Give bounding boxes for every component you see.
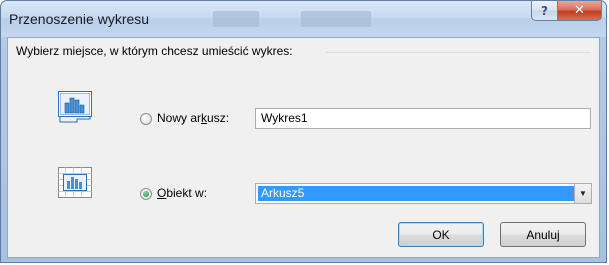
object-in-label[interactable]: Obiekt w: [157, 186, 207, 200]
object-in-radio[interactable] [140, 188, 152, 200]
dialog-title: Przenoszenie wykresu [9, 11, 150, 27]
help-button[interactable]: ? [531, 1, 558, 21]
location-prompt: Wybierz miejsce, w którym chcesz umieści… [16, 44, 293, 58]
cancel-button[interactable]: Anuluj [500, 222, 586, 247]
dropdown-arrow-icon[interactable]: ▼ [574, 184, 591, 203]
new-sheet-radio[interactable] [140, 113, 152, 125]
background-ghost [301, 11, 371, 27]
close-icon: ✕ [574, 3, 585, 18]
cancel-button-label: Anuluj [526, 227, 560, 242]
ok-button-label: OK [432, 227, 450, 242]
embedded-chart-icon [58, 167, 92, 198]
group-separator [326, 52, 591, 53]
title-bar[interactable]: Przenoszenie wykresu ? ✕ [1, 1, 606, 37]
new-sheet-name-input[interactable]: Wykres1 [255, 108, 591, 129]
ok-button[interactable]: OK [398, 222, 484, 247]
new-sheet-chart-icon [58, 91, 92, 123]
dialog-body: Wybierz miejsce, w którym chcesz umieści… [7, 37, 600, 258]
window-controls: ? ✕ [531, 1, 602, 23]
target-sheet-selected-value: Arkusz5 [258, 186, 574, 201]
new-sheet-label[interactable]: Nowy arkusz: [157, 111, 229, 125]
target-sheet-select[interactable]: Arkusz5 ▼ [255, 183, 592, 204]
close-button[interactable]: ✕ [558, 1, 602, 21]
background-ghost [213, 11, 259, 27]
help-icon: ? [541, 3, 548, 18]
location-group: Wybierz miejsce, w którym chcesz umieści… [16, 44, 592, 208]
dialog-window: Przenoszenie wykresu ? ✕ Wybierz miejsce… [0, 0, 607, 263]
